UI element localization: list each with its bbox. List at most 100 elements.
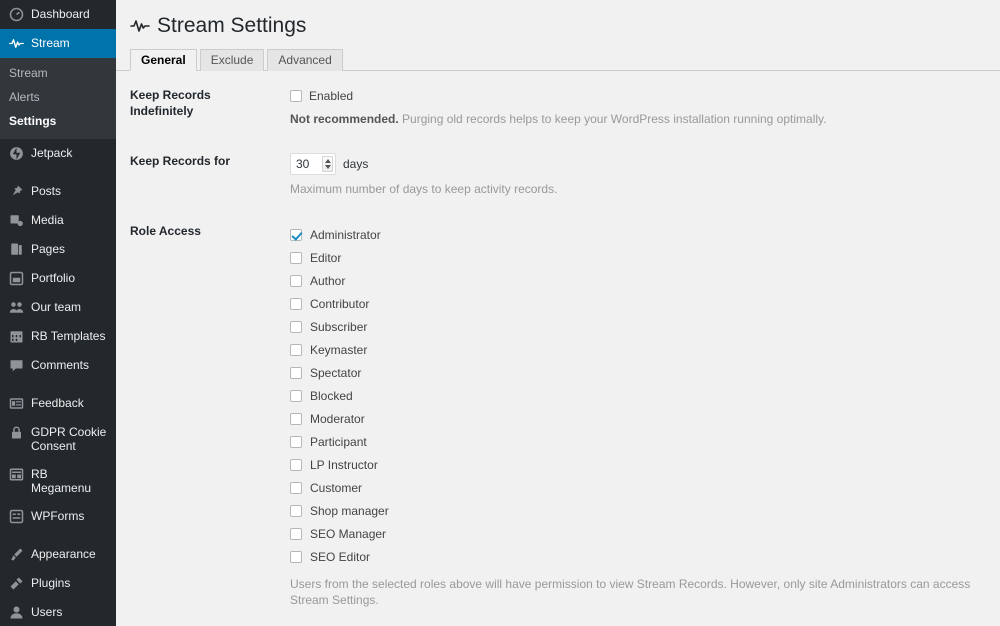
lock-icon	[9, 425, 24, 440]
sidebar-item-rb-templates[interactable]: RB Templates	[0, 322, 116, 351]
role-label: SEO Editor	[310, 549, 371, 564]
role-row-participant[interactable]: Participant	[290, 430, 986, 453]
sidebar-item-label: Posts	[31, 184, 62, 198]
role-checkbox-spectator[interactable]	[290, 366, 302, 379]
submenu-item-alerts[interactable]: Alerts	[0, 85, 116, 109]
role-row-lp-instructor[interactable]: LP Instructor	[290, 453, 986, 476]
role-checkbox-list: Administrator Editor Author Contributor Subs…	[290, 223, 986, 568]
sidebar-item-dashboard[interactable]: Dashboard	[0, 0, 116, 29]
role-row-blocked[interactable]: Blocked	[290, 384, 986, 407]
role-checkbox-participant[interactable]	[290, 435, 302, 448]
role-label: Administrator	[310, 227, 381, 242]
keep-indefinitely-checkbox[interactable]	[290, 90, 302, 102]
sidebar-item-media[interactable]: Media	[0, 206, 116, 235]
sidebar-item-label: Dashboard	[31, 7, 90, 21]
role-row-administrator[interactable]: Administrator	[290, 223, 986, 246]
role-access-description: Users from the selected roles above will…	[290, 577, 971, 607]
sidebar-item-stream[interactable]: Stream	[0, 29, 124, 58]
role-row-editor[interactable]: Editor	[290, 246, 986, 269]
sidebar-item-our-team[interactable]: Our team	[0, 293, 116, 322]
spinner-up-icon[interactable]	[324, 159, 331, 163]
sidebar-item-portfolio[interactable]: Portfolio	[0, 264, 116, 293]
role-checkbox-blocked[interactable]	[290, 389, 302, 402]
role-label: Author	[310, 273, 346, 288]
role-row-customer[interactable]: Customer	[290, 476, 986, 499]
role-label: Contributor	[310, 296, 370, 311]
role-label: SEO Manager	[310, 526, 387, 541]
role-row-shop-manager[interactable]: Shop manager	[290, 499, 986, 522]
role-row-author[interactable]: Author	[290, 269, 986, 292]
role-label: Keymaster	[310, 342, 368, 357]
sidebar-item-gdpr-cookie-consent[interactable]: GDPR Cookie Consent	[0, 418, 116, 460]
role-label: Spectator	[310, 365, 362, 380]
role-checkbox-editor[interactable]	[290, 251, 302, 264]
role-checkbox-seo-manager[interactable]	[290, 527, 302, 540]
role-row-contributor[interactable]: Contributor	[290, 292, 986, 315]
tab-exclude[interactable]: Exclude	[199, 49, 265, 71]
jetpack-icon	[9, 146, 24, 161]
settings-form: Keep Records Indefinitely Enabled Not re…	[116, 71, 1000, 618]
comments-icon	[9, 358, 24, 373]
number-spinner[interactable]	[322, 156, 333, 172]
sidebar-item-label: Appearance	[31, 547, 96, 561]
sidebar-item-feedback[interactable]: Feedback	[0, 389, 116, 418]
role-row-subscriber[interactable]: Subscriber	[290, 315, 986, 338]
role-label: Moderator	[310, 411, 365, 426]
role-row-seo-manager[interactable]: SEO Manager	[290, 522, 986, 545]
sidebar-item-jetpack[interactable]: Jetpack	[0, 139, 116, 168]
sidebar-item-label: Users	[31, 605, 63, 619]
sidebar-item-pages[interactable]: Pages	[0, 235, 116, 264]
tab-advanced[interactable]: Advanced	[267, 49, 343, 71]
sidebar-item-comments[interactable]: Comments	[0, 351, 116, 380]
role-checkbox-shop-manager[interactable]	[290, 504, 302, 517]
role-checkbox-contributor[interactable]	[290, 297, 302, 310]
sidebar-item-label: WPForms	[31, 509, 85, 523]
sidebar-item-users[interactable]: Users	[0, 598, 116, 626]
role-label: Customer	[310, 480, 363, 495]
role-label: Participant	[310, 434, 367, 449]
spinner-down-icon[interactable]	[324, 165, 331, 169]
sidebar-item-appearance[interactable]: Appearance	[0, 540, 116, 569]
role-row-moderator[interactable]: Moderator	[290, 407, 986, 430]
keep-indefinitely-checkbox-row[interactable]: Enabled	[290, 87, 986, 105]
page-title: Stream Settings	[116, 9, 1000, 40]
brush-icon	[9, 547, 24, 562]
sidebar-separator	[0, 168, 116, 177]
sidebar-item-label: Comments	[31, 358, 90, 372]
role-row-keymaster[interactable]: Keymaster	[290, 338, 986, 361]
role-row-seo-editor[interactable]: SEO Editor	[290, 545, 986, 568]
feedback-icon	[9, 396, 24, 411]
sidebar-item-label: RB Templates	[31, 329, 106, 343]
sidebar-item-label: Stream	[31, 36, 70, 50]
role-checkbox-administrator[interactable]	[290, 228, 302, 241]
role-checkbox-author[interactable]	[290, 274, 302, 287]
role-checkbox-keymaster[interactable]	[290, 343, 302, 356]
days-number-input[interactable]: 30	[290, 153, 336, 175]
role-checkbox-lp-instructor[interactable]	[290, 458, 302, 471]
wpforms-icon	[9, 509, 24, 524]
sidebar-item-plugins[interactable]: Plugins	[0, 569, 116, 598]
role-checkbox-seo-editor[interactable]	[290, 550, 302, 563]
row-keep-indefinitely: Keep Records Indefinitely Enabled Not re…	[116, 71, 1000, 137]
role-label: Shop manager	[310, 503, 389, 518]
label-keep-indefinitely: Keep Records Indefinitely	[130, 88, 211, 118]
keep-indefinitely-checkbox-label: Enabled	[309, 89, 354, 103]
tab-general[interactable]: General	[130, 49, 197, 71]
submenu-item-settings[interactable]: Settings	[0, 109, 116, 133]
role-checkbox-subscriber[interactable]	[290, 320, 302, 333]
pin-icon	[9, 184, 24, 199]
keep-indefinitely-desc-rest: Purging old records helps to keep your W…	[398, 112, 827, 126]
role-row-spectator[interactable]: Spectator	[290, 361, 986, 384]
sidebar-item-posts[interactable]: Posts	[0, 177, 116, 206]
sidebar-item-label: Plugins	[31, 576, 71, 590]
row-keep-records-for: Keep Records for 30 days Maximum number …	[116, 137, 1000, 207]
submenu-item-stream[interactable]: Stream	[0, 61, 116, 85]
sidebar-item-wpforms[interactable]: WPForms	[0, 502, 116, 531]
role-checkbox-moderator[interactable]	[290, 412, 302, 425]
role-checkbox-customer[interactable]	[290, 481, 302, 494]
label-role-access: Role Access	[130, 224, 201, 238]
megamenu-icon	[9, 467, 24, 482]
keep-indefinitely-desc-bold: Not recommended.	[290, 112, 399, 126]
role-label: LP Instructor	[310, 457, 378, 472]
sidebar-item-rb-megamenu[interactable]: RB Megamenu	[0, 460, 116, 502]
